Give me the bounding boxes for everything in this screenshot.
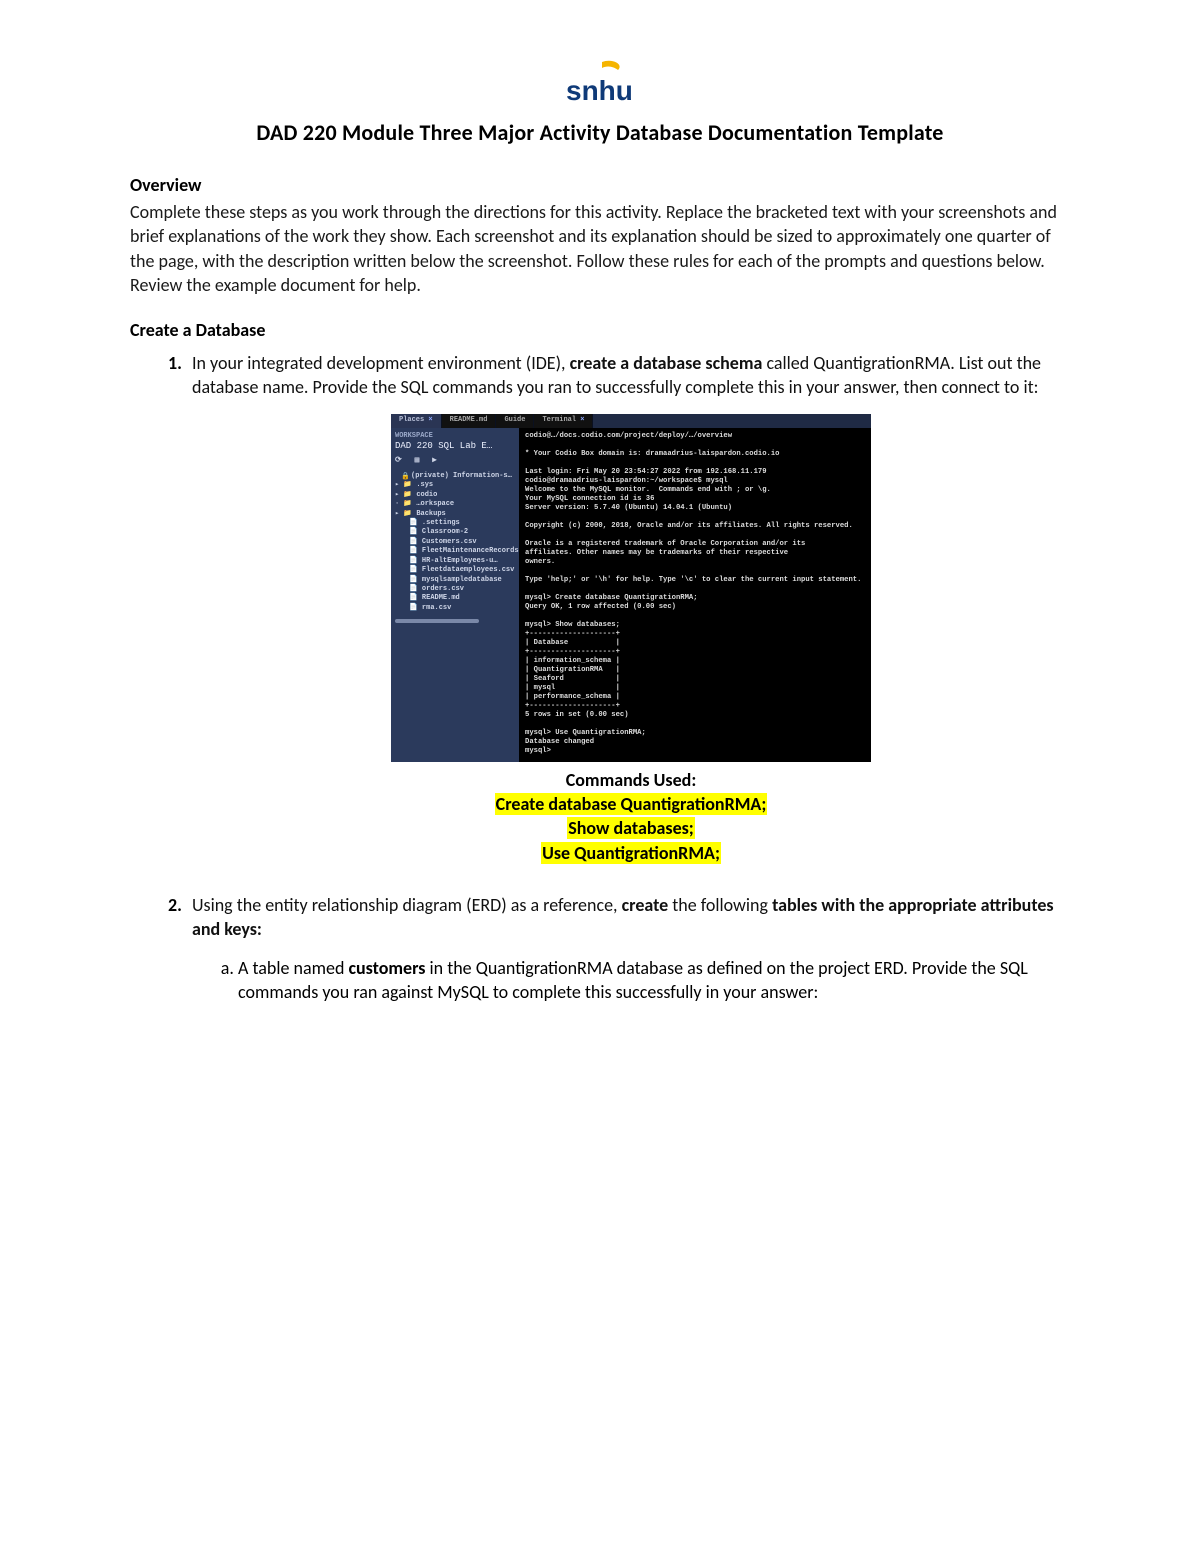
commands-label: Commands Used:	[192, 768, 1070, 792]
ide-screenshot: Places README.md Guide Terminal WORKSPAC…	[391, 414, 871, 762]
tree-row[interactable]: 📄 Fleetdataemployees.csv	[395, 566, 515, 575]
steps-list: In your integrated development environme…	[130, 351, 1070, 1004]
ide-body: WORKSPACE DAD 220 SQL Lab E… ⟳ ▦ ▶ (priv…	[391, 428, 871, 762]
step-1: In your integrated development environme…	[186, 351, 1070, 865]
step1-pre: In your integrated development environme…	[192, 352, 570, 374]
sidebar-scrollbar[interactable]	[395, 619, 479, 623]
commands-used-block: Commands Used: Create database Quantigra…	[192, 768, 1070, 865]
ide-tab-bar: Places README.md Guide Terminal	[391, 414, 871, 428]
tree-row[interactable]: (private) Information-s…	[395, 472, 515, 481]
terminal-panel[interactable]: codio@…/docs.codio.com/project/deploy/…/…	[519, 428, 871, 762]
tab-terminal[interactable]: Terminal	[534, 414, 593, 428]
document-page: snhu DAD 220 Module Three Major Activity…	[0, 0, 1200, 1553]
step-2: Using the entity relationship diagram (E…	[186, 893, 1070, 1004]
command-line-2: Show databases;	[567, 817, 695, 839]
file-tree: (private) Information-s… ▸ 📁 .sys ▸ 📁 co…	[395, 472, 515, 614]
tree-row[interactable]: ▸ 📁 Backups	[395, 510, 515, 519]
tab-guide[interactable]: Guide	[496, 414, 534, 428]
command-line-3: Use QuantigrationRMA;	[541, 842, 721, 864]
sidebar-project-name: DAD 220 SQL Lab E…	[395, 441, 515, 452]
create-db-heading: Create a Database	[130, 319, 1070, 341]
snhu-logo: snhu	[564, 60, 636, 106]
step2a-pre: A table named	[238, 957, 348, 979]
tab-places[interactable]: Places	[391, 414, 442, 428]
step2-sublist: A table named customers in the Quantigra…	[192, 956, 1070, 1005]
tree-row[interactable]: 📄 Classroom-2	[395, 528, 515, 537]
overview-body: Complete these steps as you work through…	[130, 200, 1070, 297]
tree-row[interactable]: 📄 FleetMaintenanceRecords.c	[395, 547, 515, 556]
lock-icon	[401, 473, 408, 480]
logo-text: snhu	[566, 75, 633, 106]
tree-row[interactable]: ▸ 📁 .sys	[395, 481, 515, 490]
step2a-bold: customers	[348, 957, 425, 979]
logo-container: snhu	[130, 60, 1070, 111]
tree-row[interactable]: 📄 rma.csv	[395, 604, 515, 613]
sidebar-icon-row: ⟳ ▦ ▶	[395, 456, 515, 466]
tree-row[interactable]: 📄 .settings	[395, 519, 515, 528]
overview-heading: Overview	[130, 174, 1070, 196]
tree-row[interactable]: · 📁 …orkspace	[395, 500, 515, 509]
step-2a: A table named customers in the Quantigra…	[238, 956, 1070, 1005]
tab-readme[interactable]: README.md	[442, 414, 497, 428]
tree-row[interactable]: ▸ 📁 codio	[395, 491, 515, 500]
tree-row[interactable]: 📄 README.md	[395, 594, 515, 603]
step2-bold1: create	[622, 894, 669, 916]
ide-sidebar: WORKSPACE DAD 220 SQL Lab E… ⟳ ▦ ▶ (priv…	[391, 428, 519, 762]
tree-row[interactable]: 📄 HR-altEmployees-u…	[395, 557, 515, 566]
tree-row[interactable]: 📄 mysqlsampledatabase	[395, 576, 515, 585]
document-title: DAD 220 Module Three Major Activity Data…	[130, 119, 1070, 146]
tree-row[interactable]: 📄 Customers.csv	[395, 538, 515, 547]
command-line-1: Create database QuantigrationRMA;	[495, 793, 768, 815]
step2-pre: Using the entity relationship diagram (E…	[192, 894, 622, 916]
sidebar-workspace-label: WORKSPACE	[395, 432, 515, 441]
step2-mid: the following	[668, 894, 772, 916]
step1-bold: create a database schema	[570, 352, 763, 374]
